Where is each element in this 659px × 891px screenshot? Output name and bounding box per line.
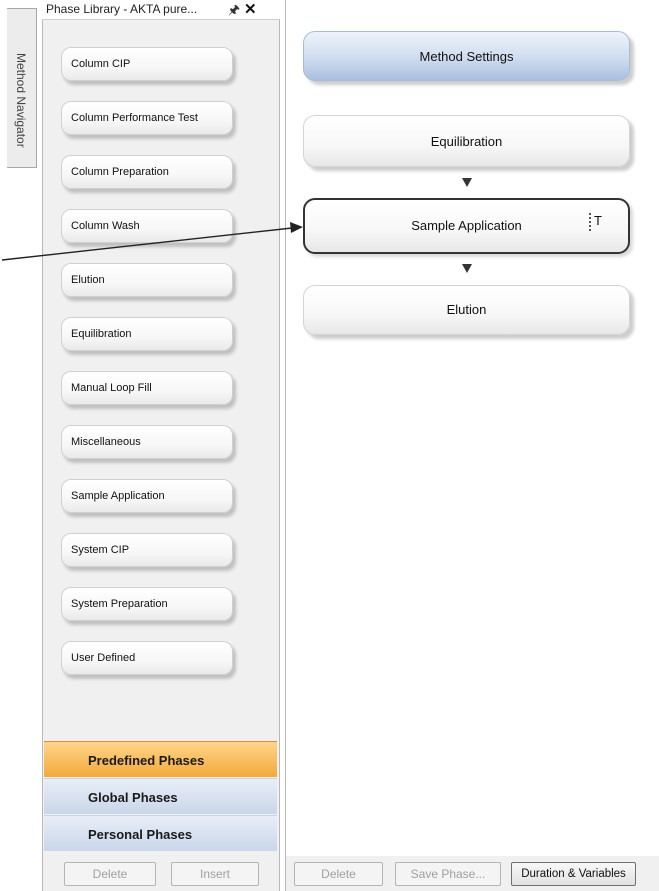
phase-library-title: Phase Library - AKTA pure... <box>46 2 198 16</box>
phase-item-miscellaneous[interactable]: Miscellaneous <box>61 425 233 459</box>
flow-arrow-icon <box>462 178 472 187</box>
method-phase-sample-application[interactable]: Sample Application <box>303 198 630 254</box>
drag-handle-icon[interactable] <box>589 213 593 231</box>
close-icon[interactable]: ✕ <box>244 0 257 18</box>
phase-item-system-cip[interactable]: System CIP <box>61 533 233 567</box>
phase-item-system-preparation[interactable]: System Preparation <box>61 587 233 621</box>
library-insert-button[interactable]: Insert <box>171 862 259 886</box>
category-global-phases[interactable]: Global Phases <box>44 778 277 814</box>
phase-item-column-performance-test[interactable]: Column Performance Test <box>61 101 233 135</box>
flow-arrow-icon <box>462 264 472 273</box>
library-delete-button[interactable]: Delete <box>64 862 156 886</box>
phase-item-elution[interactable]: Elution <box>61 263 233 297</box>
method-navigator-label: Method Navigator <box>14 52 28 148</box>
duration-variables-button[interactable]: Duration & Variables <box>511 862 636 886</box>
pin-icon[interactable]: 🖈 <box>228 1 240 23</box>
method-phase-equilibration[interactable]: Equilibration <box>303 115 630 167</box>
category-predefined-phases[interactable]: Predefined Phases <box>44 741 277 777</box>
category-personal-phases[interactable]: Personal Phases <box>44 815 277 851</box>
phase-item-column-wash[interactable]: Column Wash <box>61 209 233 243</box>
save-phase-button[interactable]: Save Phase... <box>395 862 501 886</box>
text-instruction-marker: T <box>594 213 602 228</box>
method-settings-button[interactable]: Method Settings <box>303 31 630 81</box>
phase-item-manual-loop-fill[interactable]: Manual Loop Fill <box>61 371 233 405</box>
method-delete-button[interactable]: Delete <box>294 862 383 886</box>
phase-item-sample-application[interactable]: Sample Application <box>61 479 233 513</box>
phase-item-column-preparation[interactable]: Column Preparation <box>61 155 233 189</box>
phase-item-user-defined[interactable]: User Defined <box>61 641 233 675</box>
phase-item-column-cip[interactable]: Column CIP <box>61 47 233 81</box>
phase-item-equilibration[interactable]: Equilibration <box>61 317 233 351</box>
method-phase-elution[interactable]: Elution <box>303 285 630 335</box>
